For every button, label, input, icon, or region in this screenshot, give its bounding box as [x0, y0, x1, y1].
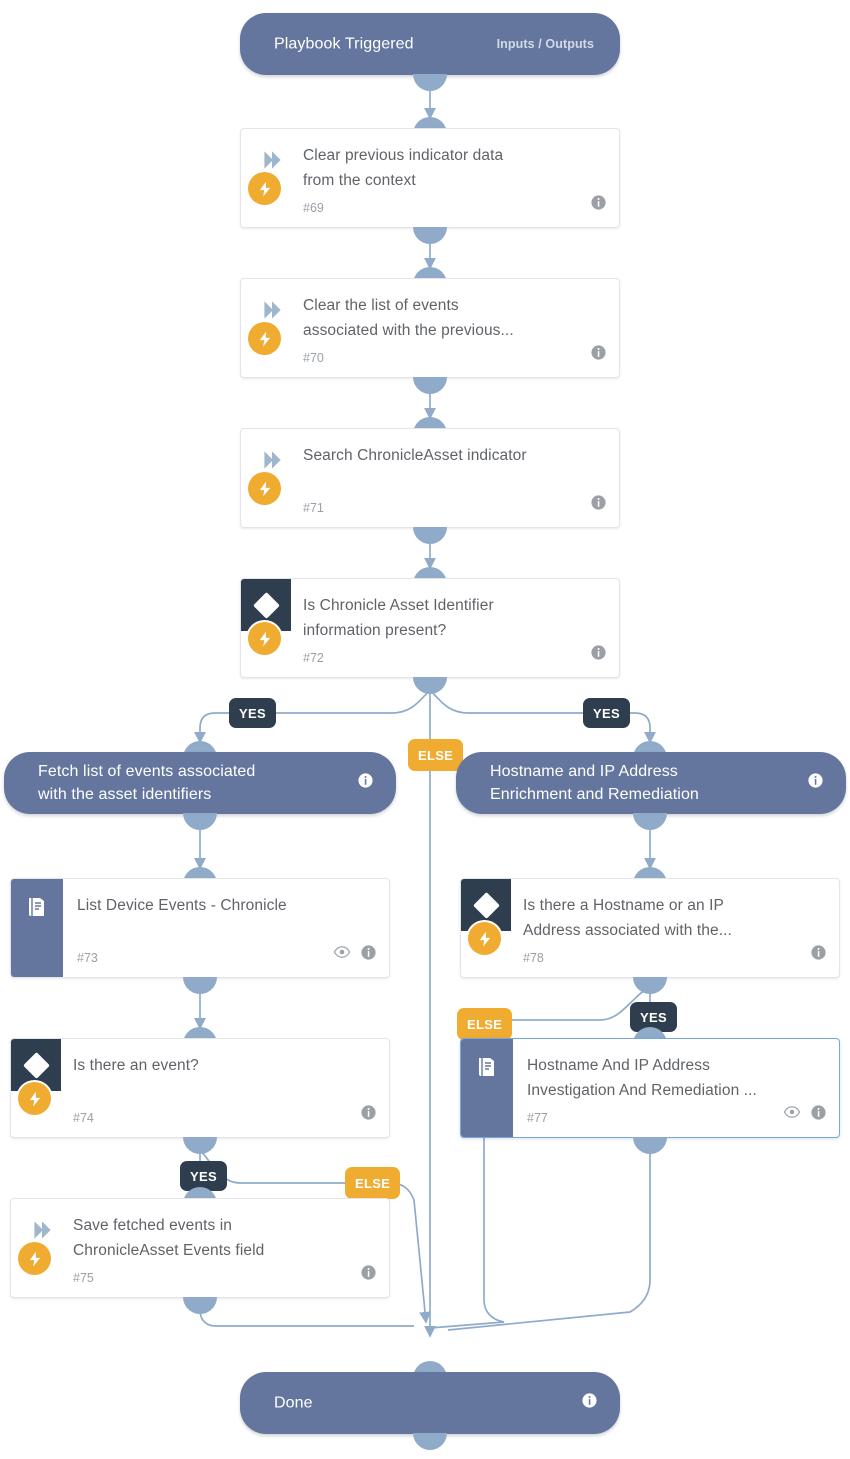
subplaybook-title-73: List Device Events - Chronicle [77, 897, 287, 914]
branch-label-yes-left-72[interactable]: YES [229, 698, 276, 728]
port-bottom-73[interactable] [183, 977, 217, 994]
subplaybook-id-73: #73 [77, 951, 98, 965]
notebook-icon [461, 1039, 513, 1137]
subplaybook-id-77: #77 [527, 1111, 548, 1125]
automation-bolt-icon [18, 1242, 51, 1275]
task-node-75[interactable]: Save fetched events in ChronicleAsset Ev… [10, 1198, 390, 1298]
branch-label-else-72[interactable]: ELSE [408, 739, 464, 771]
subplaybook-icons-73 [333, 943, 377, 966]
task-title-75: Save fetched events in ChronicleAsset Ev… [73, 1217, 265, 1259]
playbook-end-node[interactable]: Done [240, 1372, 620, 1434]
info-icon[interactable] [357, 772, 374, 794]
task-id-70: #70 [303, 351, 324, 365]
port-bottom-71[interactable] [413, 527, 447, 544]
port-bottom-72[interactable] [413, 677, 447, 694]
task-node-70[interactable]: Clear the list of events associated with… [240, 278, 620, 378]
eye-icon[interactable] [333, 943, 351, 966]
info-icon[interactable] [590, 644, 607, 666]
subplaybook-group-fetch-events[interactable]: Fetch list of events associated with the… [4, 752, 396, 814]
condition-title-78: Is there a Hostname or an IP Address ass… [523, 897, 732, 939]
automation-bolt-icon [248, 172, 281, 205]
info-icon[interactable] [590, 494, 607, 516]
eye-icon[interactable] [783, 1103, 801, 1126]
subplaybook-title-77: Hostname And IP Address Investigation An… [527, 1057, 757, 1099]
subplaybook-node-77[interactable]: Hostname And IP Address Investigation An… [460, 1038, 840, 1138]
condition-id-78: #78 [523, 951, 544, 965]
task-title-69: Clear previous indicator data from the c… [303, 147, 504, 189]
task-icons-75 [360, 1264, 377, 1286]
playbook-canvas[interactable]: Playbook Triggered Inputs / Outputs Clea… [0, 0, 850, 1459]
port-bottom-70[interactable] [413, 377, 447, 394]
info-icon[interactable] [590, 194, 607, 216]
info-icon[interactable] [807, 772, 824, 794]
chevron-double-right-icon [29, 1217, 55, 1243]
condition-icons-72 [590, 644, 607, 666]
chevron-double-right-icon [259, 447, 285, 473]
info-icon[interactable] [360, 1104, 377, 1126]
task-title-71: Search ChronicleAsset indicator [303, 447, 527, 464]
task-node-71[interactable]: Search ChronicleAsset indicator #71 [240, 428, 620, 528]
info-icon[interactable] [590, 344, 607, 366]
subplaybook-group-hostname-ip[interactable]: Hostname and IP Address Enrichment and R… [456, 752, 846, 814]
task-icons-69 [590, 194, 607, 216]
automation-bolt-icon [468, 922, 501, 955]
automation-bolt-icon [248, 322, 281, 355]
automation-bolt-icon [18, 1082, 51, 1115]
branch-label-else-74[interactable]: ELSE [345, 1167, 401, 1199]
branch-label-yes-right-72[interactable]: YES [583, 698, 630, 728]
task-id-71: #71 [303, 501, 324, 515]
port-bottom-75[interactable] [183, 1297, 217, 1314]
task-icons-71 [590, 494, 607, 516]
automation-bolt-icon [248, 622, 281, 655]
info-icon[interactable] [360, 1264, 377, 1286]
condition-node-78[interactable]: Is there a Hostname or an IP Address ass… [460, 878, 840, 978]
condition-icons-74 [360, 1104, 377, 1126]
task-node-69[interactable]: Clear previous indicator data from the c… [240, 128, 620, 228]
subplaybook-node-73[interactable]: List Device Events - Chronicle #73 [10, 878, 390, 978]
branch-label-else-78[interactable]: ELSE [457, 1008, 513, 1040]
condition-title-74: Is there an event? [73, 1057, 199, 1074]
condition-node-74[interactable]: Is there an event? #74 [10, 1038, 390, 1138]
info-icon[interactable] [581, 1392, 598, 1414]
port-bottom-74[interactable] [183, 1137, 217, 1154]
task-id-75: #75 [73, 1271, 94, 1285]
condition-icons-78 [810, 944, 827, 966]
info-icon[interactable] [810, 1104, 827, 1126]
chevron-double-right-icon [259, 147, 285, 173]
inputs-outputs-link[interactable]: Inputs / Outputs [497, 37, 594, 51]
port-bottom-hostname-ip[interactable] [633, 813, 667, 830]
condition-id-74: #74 [73, 1111, 94, 1125]
info-icon[interactable] [360, 944, 377, 966]
port-bottom-69[interactable] [413, 227, 447, 244]
port-bottom-start[interactable] [413, 74, 447, 91]
info-icon[interactable] [810, 944, 827, 966]
condition-id-72: #72 [303, 651, 324, 665]
port-bottom-78[interactable] [633, 977, 667, 994]
chevron-double-right-icon [259, 297, 285, 323]
playbook-end-label: Done [274, 1394, 313, 1412]
subplaybook-group-label-fetch-events: Fetch list of events associated with the… [38, 763, 256, 803]
condition-node-72[interactable]: Is Chronicle Asset Identifier informatio… [240, 578, 620, 678]
playbook-start-label: Playbook Triggered [274, 35, 414, 53]
task-id-69: #69 [303, 201, 324, 215]
port-bottom-77[interactable] [633, 1137, 667, 1154]
subplaybook-icons-77 [783, 1103, 827, 1126]
port-bottom-done[interactable] [413, 1433, 447, 1450]
task-icons-70 [590, 344, 607, 366]
condition-title-72: Is Chronicle Asset Identifier informatio… [303, 597, 494, 639]
playbook-start-node[interactable]: Playbook Triggered Inputs / Outputs [240, 13, 620, 75]
port-bottom-fetch-events[interactable] [183, 813, 217, 830]
subplaybook-group-label-hostname-ip: Hostname and IP Address Enrichment and R… [490, 763, 699, 803]
automation-bolt-icon [248, 472, 281, 505]
notebook-icon [11, 879, 63, 977]
task-title-70: Clear the list of events associated with… [303, 297, 514, 339]
